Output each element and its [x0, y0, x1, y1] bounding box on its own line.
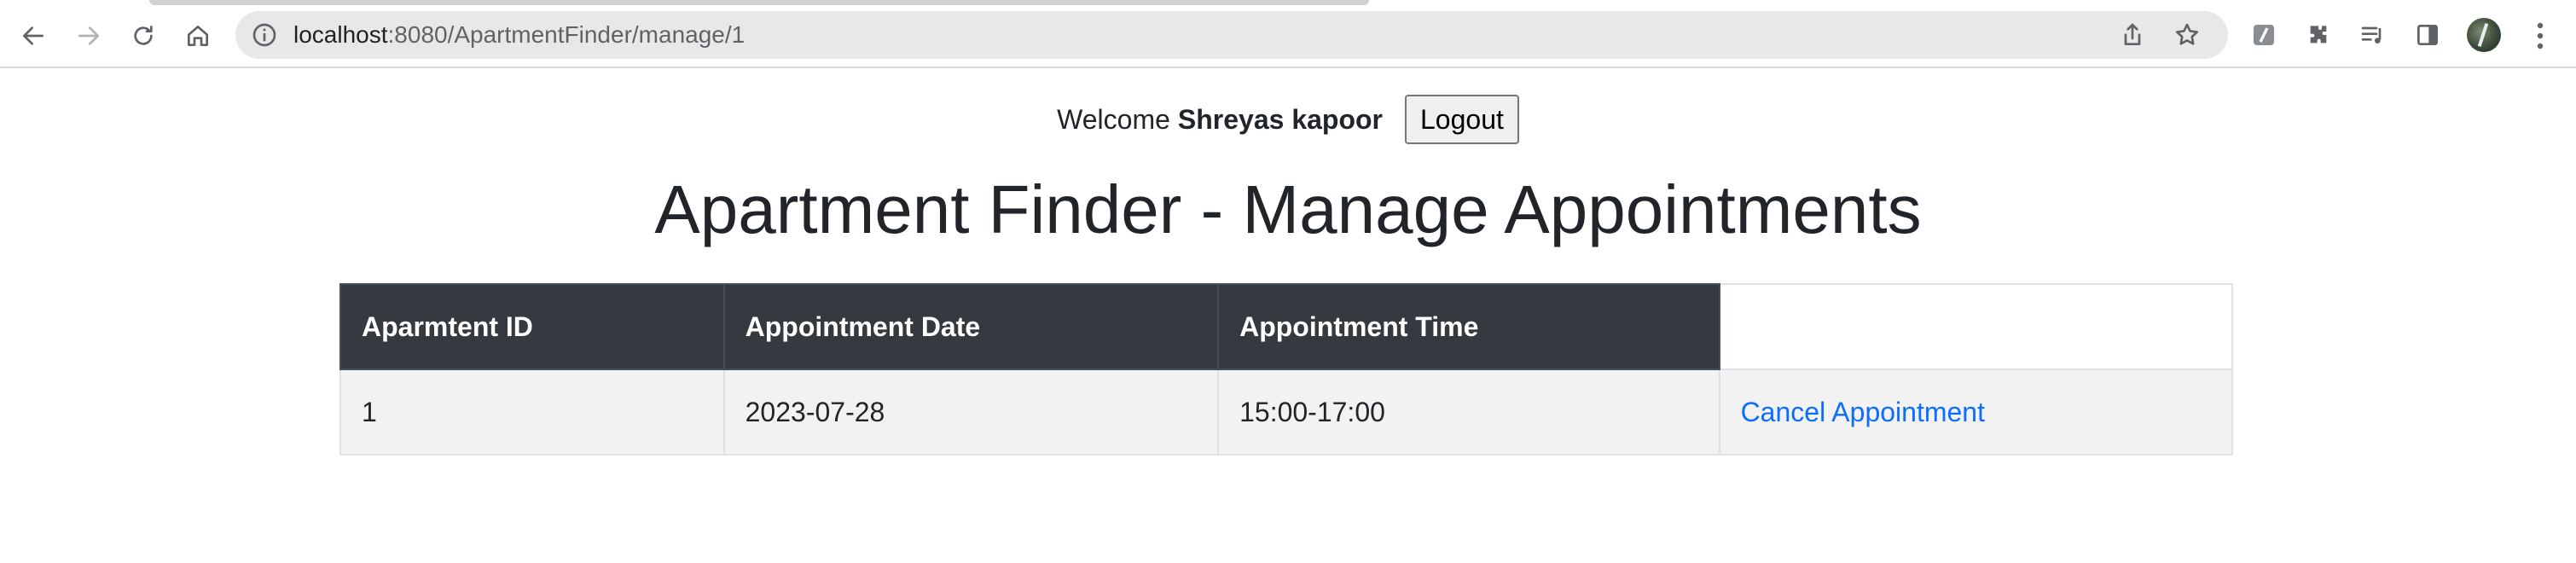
page-title: Apartment Finder - Manage Appointments [654, 171, 1922, 247]
back-icon[interactable] [15, 17, 52, 55]
cell-action: Cancel Appointment [1718, 369, 2234, 456]
url-host: localhost [293, 21, 388, 48]
star-icon[interactable] [2173, 21, 2201, 49]
home-icon[interactable] [179, 17, 217, 55]
browser-toolbar: localhost:8080/ApartmentFinder/manage/1 [0, 0, 2576, 68]
column-header-appointment-time: Appointment Time [1217, 283, 1720, 370]
column-header-action [1718, 283, 2234, 370]
logout-button[interactable]: Logout [1405, 95, 1519, 144]
table-row: 1 2023-07-28 15:00-17:00 Cancel Appointm… [339, 369, 2234, 456]
column-header-appointment-date: Appointment Date [722, 283, 1220, 370]
table-header-row: Aparmtent ID Appointment Date Appointmen… [339, 283, 2234, 370]
info-icon[interactable] [251, 21, 278, 49]
extension-icon[interactable] [2249, 20, 2278, 49]
tab-strip-edge [149, 0, 1369, 5]
reload-icon[interactable] [125, 17, 162, 55]
cell-appointment-date: 2023-07-28 [722, 369, 1220, 456]
address-bar[interactable]: localhost:8080/ApartmentFinder/manage/1 [235, 11, 2228, 59]
avatar[interactable] [2467, 18, 2501, 52]
share-icon[interactable] [2119, 21, 2146, 49]
url-path: :8080/ApartmentFinder/manage/1 [387, 21, 746, 48]
url-text[interactable]: localhost:8080/ApartmentFinder/manage/1 [293, 21, 745, 49]
cell-appointment-time: 15:00-17:00 [1217, 369, 1720, 456]
welcome-label: Welcome [1057, 103, 1170, 135]
cancel-appointment-link[interactable]: Cancel Appointment [1741, 397, 1985, 427]
cell-apartment-id: 1 [339, 369, 725, 456]
media-icon[interactable] [2358, 20, 2387, 49]
forward-icon[interactable] [70, 17, 107, 55]
appointments-table: Aparmtent ID Appointment Date Appointmen… [339, 283, 2234, 456]
puzzle-icon[interactable] [2304, 20, 2333, 49]
user-name: Shreyas kapoor [1177, 103, 1383, 135]
menu-icon[interactable] [2527, 19, 2554, 53]
welcome-bar: Welcome Shreyas kapoor Logout [0, 92, 2576, 147]
column-header-apartment-id: Aparmtent ID [339, 283, 725, 370]
sidepanel-icon[interactable] [2413, 20, 2442, 49]
